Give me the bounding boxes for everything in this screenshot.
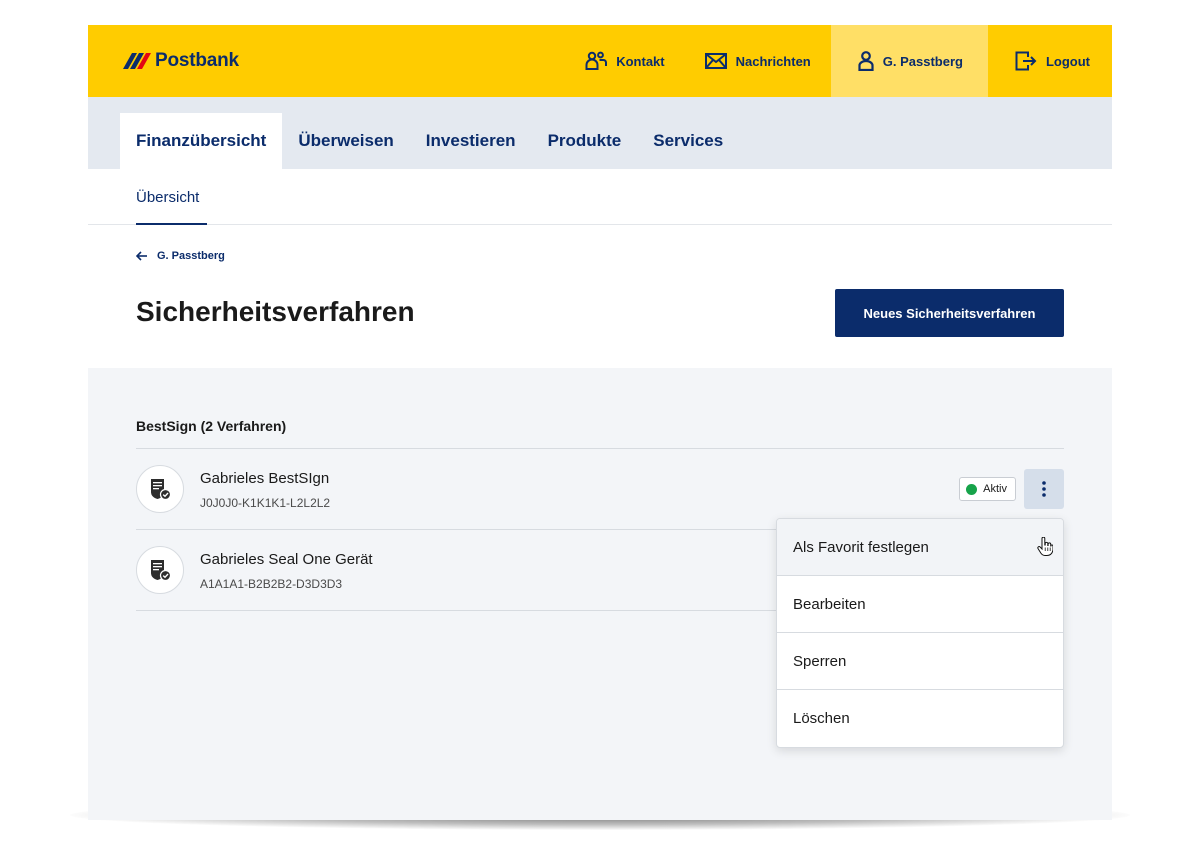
arrow-left-icon [136, 251, 147, 261]
topbar-user-label: G. Passtberg [882, 53, 963, 69]
brand-name: Postbank [155, 50, 239, 71]
menu-item-delete[interactable]: Löschen [777, 690, 1063, 747]
sub-navigation: Übersicht [88, 169, 1112, 225]
status-badge-label: Aktiv [983, 483, 1007, 495]
page-header: G. Passtberg Sicherheitsverfahren Neues … [88, 225, 1112, 368]
subtab-uebersicht[interactable]: Übersicht [136, 169, 199, 225]
topbar-kontakt-label: Kontakt [616, 53, 665, 69]
group-title: BestSign (2 Verfahren) [136, 418, 287, 434]
method-code: A1A1A1-B2B2B2-D3D3D3 [200, 577, 343, 591]
method-name: Gabrieles BestSIgn [200, 470, 330, 487]
postbank-logo-icon [123, 53, 151, 69]
method-code: J0J0J0-K1K1K1-L2L2L2 [200, 496, 331, 510]
logout-icon [1015, 51, 1037, 71]
menu-item-label: Sperren [793, 652, 847, 670]
status-badge: Aktiv [959, 477, 1016, 501]
menu-item-lock[interactable]: Sperren [777, 633, 1063, 690]
app-window: Postbank Kontakt Nachrichten G. Passtber… [88, 25, 1112, 820]
tab-investieren[interactable]: Investieren [410, 113, 532, 169]
page-title: Sicherheitsverfahren [136, 296, 415, 327]
topbar-logout[interactable]: Logout [988, 25, 1112, 97]
menu-item-label: Als Favorit festlegen [793, 538, 929, 556]
contact-icon [585, 51, 608, 70]
hand-cursor-icon [1037, 537, 1053, 556]
menu-item-label: Löschen [793, 710, 850, 727]
mail-icon [704, 53, 727, 69]
menu-item-set-favorite[interactable]: Als Favorit festlegen [777, 519, 1063, 576]
bestsign-icon [136, 465, 184, 513]
topbar-nachrichten[interactable]: Nachrichten [685, 25, 831, 97]
context-menu: Als Favorit festlegen Bearbeiten Sperren… [776, 518, 1064, 748]
more-options-button[interactable] [1024, 469, 1064, 509]
back-link-label: G. Passtberg [157, 250, 225, 262]
postbank-logo[interactable]: Postbank [88, 25, 565, 97]
tab-produkte[interactable]: Produkte [532, 113, 638, 169]
tab-finanzuebersicht[interactable]: Finanzübersicht [120, 113, 283, 169]
new-security-method-button[interactable]: Neues Sicherheitsverfahren [835, 289, 1064, 337]
tab-ueberweisen[interactable]: Überweisen [282, 113, 409, 169]
topbar-user[interactable]: G. Passtberg [830, 25, 988, 97]
kebab-icon [1042, 481, 1046, 497]
bestsign-icon [136, 546, 184, 594]
back-link[interactable]: G. Passtberg [136, 250, 225, 262]
topbar-logout-label: Logout [1045, 53, 1090, 69]
main-navigation: Finanzübersicht Überweisen Investieren P… [88, 97, 1112, 169]
top-bar: Postbank Kontakt Nachrichten G. Passtber… [88, 25, 1112, 97]
menu-item-label: Bearbeiten [793, 595, 866, 613]
topbar-nachrichten-label: Nachrichten [735, 53, 811, 69]
tab-services[interactable]: Services [637, 113, 739, 169]
topbar-kontakt[interactable]: Kontakt [565, 25, 684, 97]
user-icon [858, 51, 874, 71]
status-dot-icon [966, 483, 978, 495]
method-name: Gabrieles Seal One Gerät [200, 551, 373, 568]
menu-item-edit[interactable]: Bearbeiten [777, 576, 1063, 633]
